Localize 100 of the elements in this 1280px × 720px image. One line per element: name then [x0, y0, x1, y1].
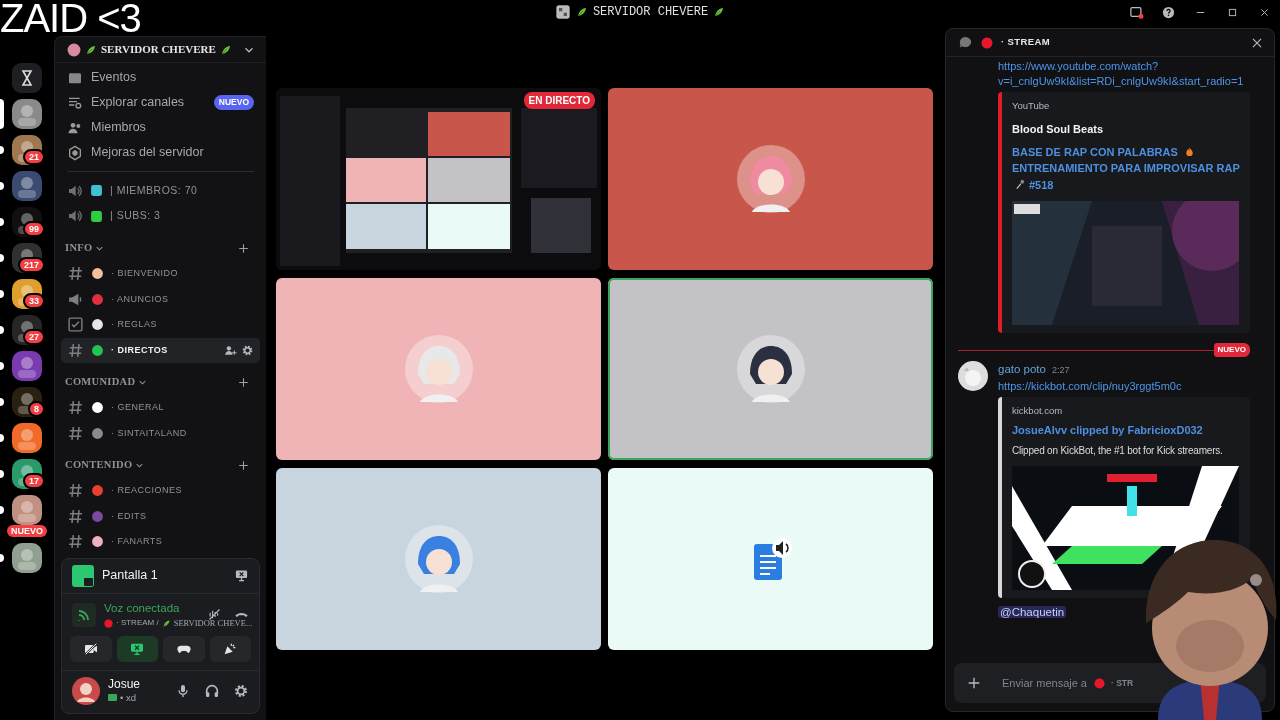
channel-item[interactable]: · GENERAL	[61, 395, 260, 421]
mic-button[interactable]	[175, 682, 191, 699]
author-name[interactable]: gato poto	[998, 361, 1046, 379]
server-name[interactable]: SERVIDOR CHEVERE	[101, 41, 216, 58]
server-icon	[67, 42, 81, 57]
leaf-icon	[575, 6, 588, 18]
channel-item[interactable]: · DIRECTOS	[61, 337, 260, 363]
embed-title-link[interactable]: ENTRENAMIENTO PARA IMPROVISAR RAP	[1012, 162, 1240, 175]
leaf-icon	[85, 43, 97, 56]
server-icon[interactable]: 33	[12, 279, 42, 309]
channel-item[interactable]: · EDITS	[61, 503, 260, 529]
message-link[interactable]: https://www.youtube.com/watch?v=i_cnlgUw9kI&list=RDi_cnlgUw9kI&start_radio=1	[998, 59, 1250, 89]
plus-icon	[237, 458, 250, 472]
help-icon[interactable]	[1160, 4, 1176, 20]
window-title: SERVIDOR CHEVERE	[592, 4, 709, 21]
mention[interactable]: @Chaquetin	[998, 606, 1067, 619]
channel-item[interactable]: · REACCIONES	[61, 478, 260, 504]
unread-badge: NUEVO	[7, 525, 47, 537]
menu-item[interactable]: Eventos	[61, 65, 260, 90]
overlay-text: ZAID <3	[0, 0, 141, 40]
embed-title-link[interactable]: #518	[1029, 178, 1054, 191]
add-channel-button[interactable]	[237, 375, 250, 389]
avatar	[403, 524, 474, 594]
add-member-icon[interactable]	[224, 343, 237, 357]
custom-status: • xd	[120, 690, 136, 705]
voice-channel-name: · STREAM /	[116, 617, 159, 630]
flame-icon	[1184, 145, 1196, 157]
new-messages-badge: NUEVO	[1213, 343, 1250, 358]
server-icon[interactable]: 217	[12, 243, 42, 273]
screen-off-icon	[234, 568, 249, 584]
channel-item[interactable]: · SINTAITALAND	[61, 420, 260, 446]
plus-icon	[237, 375, 250, 389]
microphone-icon	[1015, 178, 1026, 190]
voice-channel[interactable]: | MIEMBROS: 70	[61, 178, 260, 204]
leaf-icon	[161, 618, 171, 628]
screen-button[interactable]	[116, 635, 158, 662]
channel-item[interactable]: · REGLAS	[61, 312, 260, 338]
username: Josue	[108, 676, 141, 691]
voice-channel[interactable]: | SUBS: 3	[61, 203, 260, 229]
video-tile[interactable]	[608, 468, 933, 650]
channel-item[interactable]: · ANUNCIOS	[61, 286, 260, 312]
video-tile[interactable]	[608, 278, 933, 460]
hash-icon	[67, 265, 84, 283]
server-icon[interactable]: 8	[12, 387, 42, 417]
category-header[interactable]: INFO	[65, 240, 106, 256]
rules-icon	[67, 316, 84, 334]
category-header[interactable]: CONTENIDO	[65, 457, 146, 473]
server-icon[interactable]	[12, 351, 42, 381]
connection-status: Voz conectada	[104, 600, 181, 616]
channel-emoji-icon	[981, 36, 993, 49]
threads-icon[interactable]	[958, 35, 973, 50]
leaf-icon	[713, 6, 726, 18]
inbox-icon[interactable]	[1128, 4, 1144, 20]
hash-icon	[67, 482, 84, 500]
embed-description: Clipped on KickBot, the #1 bot for Kick streamers.	[1012, 444, 1224, 459]
activity-button[interactable]	[163, 635, 205, 662]
server-icon[interactable]	[12, 171, 42, 201]
channel-name: · STREAM	[1001, 35, 1051, 50]
channel-name: · STR	[1111, 676, 1134, 690]
message-link[interactable]: https://kickbot.com/clip/nuy3rggt5m0c	[998, 378, 1250, 394]
server-icon[interactable]: 99	[12, 207, 42, 237]
server-icon[interactable]	[12, 543, 42, 573]
server-icon[interactable]	[12, 423, 42, 453]
menu-item[interactable]: Miembros	[61, 115, 260, 140]
video-tile[interactable]	[276, 468, 601, 650]
embed-title-link[interactable]: JosueAlvv clipped by FabricioxD032	[1012, 423, 1203, 436]
video-tile[interactable]	[276, 278, 601, 460]
category-header[interactable]: COMUNIDAD	[65, 374, 149, 390]
deafen-button[interactable]	[204, 682, 220, 699]
embed-author: Blood Soul Beats	[1012, 122, 1105, 138]
settings-button[interactable]	[233, 682, 249, 699]
channel-item[interactable]: · FANARTS	[61, 529, 260, 555]
menu-item[interactable]: Explorar canales NUEVO	[61, 90, 260, 115]
server-icon[interactable]	[12, 99, 42, 129]
add-channel-button[interactable]	[237, 458, 250, 472]
hash-icon	[67, 341, 84, 359]
attach-button[interactable]	[966, 675, 982, 691]
connection-icon	[72, 602, 96, 627]
server-icon[interactable]: 21	[12, 135, 42, 165]
server-icon[interactable]: 27	[12, 315, 42, 345]
avatar[interactable]	[72, 676, 100, 705]
server-icon[interactable]	[12, 495, 42, 525]
settings-icon[interactable]	[241, 343, 254, 357]
add-channel-button[interactable]	[237, 241, 250, 255]
camera-button[interactable]	[70, 635, 112, 662]
server-name: SERVIDOR CHEVE...	[173, 617, 253, 630]
video-tile[interactable]	[608, 88, 933, 270]
hourglass-icon[interactable]	[12, 63, 42, 93]
stop-stream-button[interactable]	[234, 568, 249, 584]
hash-icon	[67, 424, 84, 442]
menu-item[interactable]: Mejoras del servidor	[61, 140, 260, 165]
server-icon[interactable]: 17	[12, 459, 42, 489]
hash-icon	[67, 399, 84, 417]
live-badge: EN DIRECTO	[523, 92, 595, 109]
channel-item[interactable]: · BIENVENIDO	[61, 261, 260, 287]
hash-icon	[67, 533, 84, 551]
embed-title-link[interactable]: BASE DE RAP CON PALABRAS	[1012, 145, 1178, 158]
message-input[interactable]: Enviar mensaje a	[1002, 674, 1088, 692]
soundboard-button[interactable]	[209, 635, 251, 662]
avatar	[735, 144, 806, 214]
